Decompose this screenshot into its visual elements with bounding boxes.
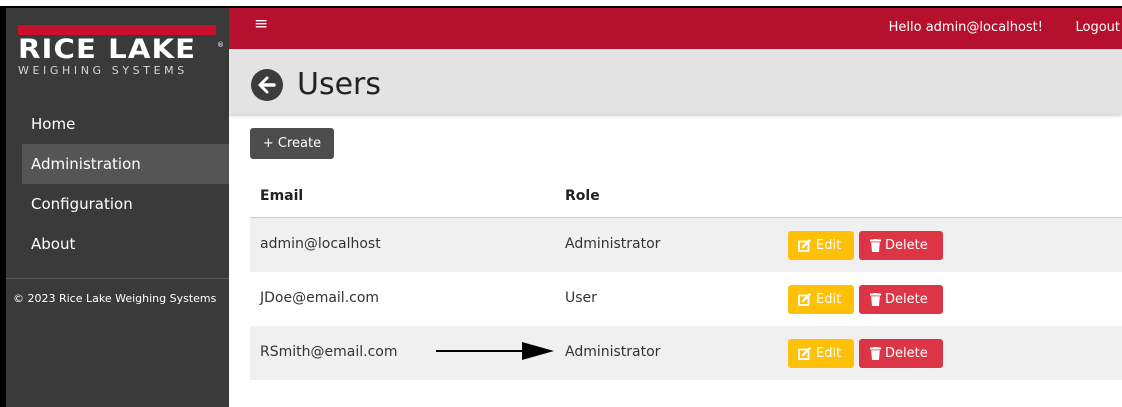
edit-button[interactable]: Edit xyxy=(788,339,854,368)
edit-label: Edit xyxy=(816,238,842,253)
back-button[interactable] xyxy=(251,69,283,101)
user-email: JDoe@email.com xyxy=(260,290,380,306)
column-header-role[interactable]: Role xyxy=(565,188,600,204)
delete-label: Delete xyxy=(885,238,928,253)
logo-tagline: WEIGHING SYSTEMS xyxy=(18,64,188,77)
user-email: RSmith@email.com xyxy=(260,344,398,360)
delete-label: Delete xyxy=(885,292,928,307)
user-role: User xyxy=(565,290,597,306)
sidebar-nav: Home Administration Configuration About xyxy=(6,112,229,264)
table-row: RSmith@email.com Administrator Edit Dele… xyxy=(250,326,1122,380)
edit-icon xyxy=(798,347,811,360)
column-header-email[interactable]: Email xyxy=(260,188,303,204)
sidebar-item-label: Administration xyxy=(31,155,141,173)
delete-button[interactable]: Delete xyxy=(859,339,943,368)
sidebar-item-label: Home xyxy=(31,115,76,133)
pointer-arrow-icon xyxy=(436,342,554,360)
delete-button[interactable]: Delete xyxy=(859,285,943,314)
table-row: JDoe@email.com User Edit Delete xyxy=(250,272,1122,326)
edit-icon xyxy=(798,239,811,252)
logo-wordmark: RICE LAKE xyxy=(18,34,197,65)
trash-icon xyxy=(870,293,881,306)
trash-icon xyxy=(870,347,881,360)
rice-lake-logo: RICE LAKE ® WEIGHING SYSTEMS xyxy=(18,20,224,82)
sidebar-item-label: About xyxy=(31,235,76,253)
delete-button[interactable]: Delete xyxy=(859,231,943,260)
user-greeting: Hello admin@localhost! xyxy=(888,20,1043,35)
sidebar-item-administration[interactable]: Administration xyxy=(22,144,229,184)
sidebar-item-about[interactable]: About xyxy=(6,224,229,264)
logout-link[interactable]: Logout xyxy=(1075,20,1120,35)
copyright-text: © 2023 Rice Lake Weighing Systems xyxy=(13,292,217,305)
edit-label: Edit xyxy=(816,292,842,307)
delete-label: Delete xyxy=(885,346,928,361)
sidebar: RICE LAKE ® WEIGHING SYSTEMS Home Admini… xyxy=(6,8,229,407)
top-navbar: ≡ Hello admin@localhost! Logout xyxy=(229,8,1122,49)
sidebar-item-home[interactable]: Home xyxy=(6,112,229,144)
page-title: Users xyxy=(297,67,382,102)
table-row: admin@localhost Administrator Edit Delet… xyxy=(250,218,1122,272)
page-header: Users xyxy=(229,49,1122,114)
edit-button[interactable]: Edit xyxy=(788,285,854,314)
hamburger-icon[interactable]: ≡ xyxy=(254,14,268,34)
trash-icon xyxy=(870,239,881,252)
user-role: Administrator xyxy=(565,236,661,252)
logo-registered-mark: ® xyxy=(217,41,224,49)
sidebar-item-label: Configuration xyxy=(31,195,133,213)
arrow-left-icon xyxy=(258,76,276,94)
create-button[interactable]: + Create xyxy=(250,128,334,159)
table-header: Email Role xyxy=(250,174,1122,218)
edit-icon xyxy=(798,293,811,306)
user-email: admin@localhost xyxy=(260,236,381,252)
users-table: Email Role admin@localhost Administrator… xyxy=(250,174,1122,380)
user-role: Administrator xyxy=(565,344,661,360)
edit-button[interactable]: Edit xyxy=(788,231,854,260)
sidebar-divider xyxy=(6,278,229,279)
edit-label: Edit xyxy=(816,346,842,361)
sidebar-item-configuration[interactable]: Configuration xyxy=(6,184,229,224)
